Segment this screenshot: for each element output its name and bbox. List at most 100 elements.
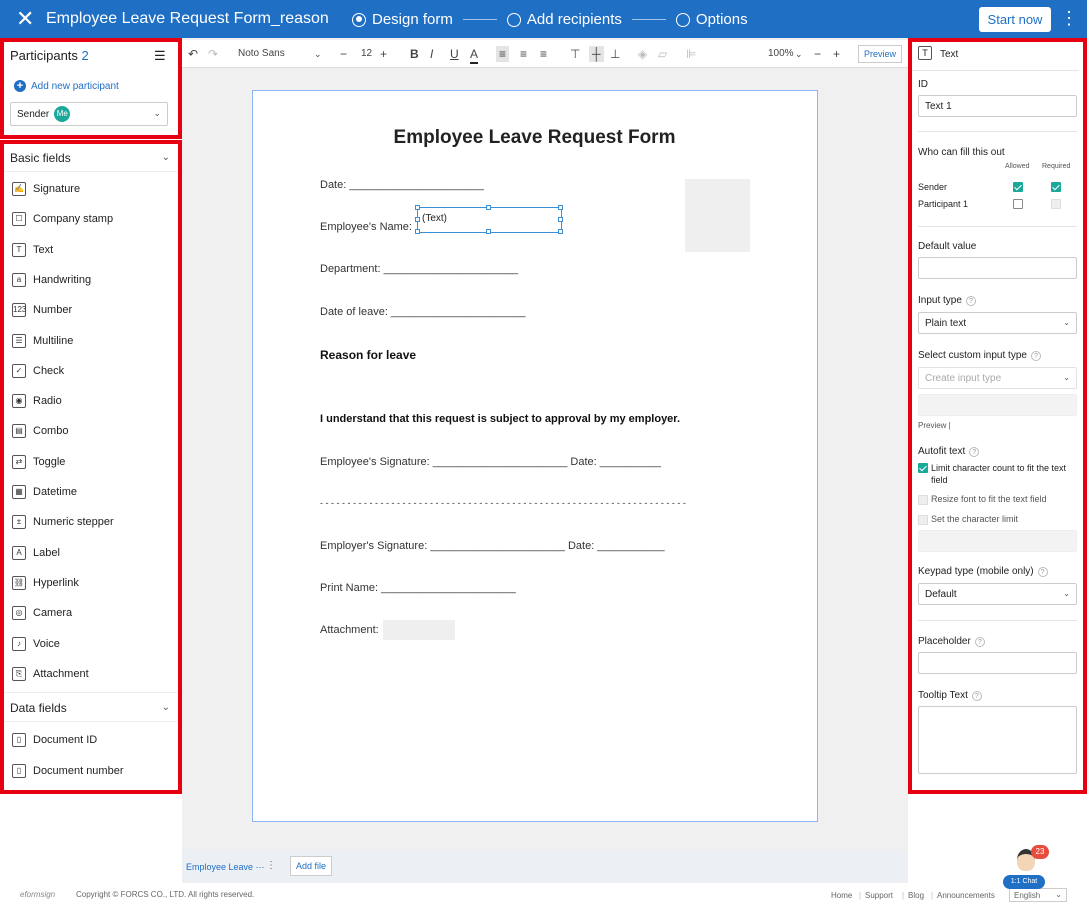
- valign-top-icon[interactable]: ⊤: [570, 46, 580, 62]
- tab-menu-icon[interactable]: ⋮: [266, 860, 276, 871]
- field-item-combo[interactable]: ▤ Combo: [12, 421, 68, 441]
- resize-handle[interactable]: [558, 229, 563, 234]
- align-left-icon[interactable]: ≡: [496, 46, 510, 62]
- language-value: English: [1014, 891, 1041, 900]
- resize-handle[interactable]: [415, 205, 420, 210]
- zoom-in-icon[interactable]: +: [833, 46, 840, 62]
- align-objects-icon[interactable]: ⊫: [686, 46, 696, 62]
- participant-allowed-checkbox[interactable]: [1013, 199, 1023, 209]
- border-icon[interactable]: ▱: [658, 46, 667, 62]
- zoom-out-icon[interactable]: −: [814, 46, 821, 62]
- document-page[interactable]: Employee Leave Request Form Date: ______…: [252, 90, 818, 822]
- resize-handle[interactable]: [486, 205, 491, 210]
- step-design-form[interactable]: Design form: [352, 11, 453, 28]
- document-tab[interactable]: Employee Leave ⋯: [186, 862, 265, 873]
- help-icon[interactable]: ?: [1030, 351, 1041, 361]
- help-icon[interactable]: ?: [969, 447, 980, 457]
- attachment-field[interactable]: [383, 620, 455, 640]
- field-item-camera[interactable]: ◎ Camera: [12, 603, 72, 623]
- align-center-icon[interactable]: ≡: [520, 46, 527, 62]
- input-type-select[interactable]: Plain text ⌄: [918, 312, 1077, 334]
- align-right-icon[interactable]: ≡: [540, 46, 547, 62]
- chat-widget[interactable]: 1:1 Chat 23: [1003, 845, 1049, 889]
- footer-link-announcements[interactable]: Announcements: [937, 891, 995, 900]
- chevron-down-icon: ⌄: [1055, 890, 1062, 899]
- resize-handle[interactable]: [415, 229, 420, 234]
- keypad-select[interactable]: Default ⌄: [918, 583, 1077, 605]
- list-icon[interactable]: ☰: [154, 48, 166, 64]
- resize-handle[interactable]: [415, 217, 420, 222]
- text-color-icon[interactable]: A: [470, 46, 479, 64]
- language-select[interactable]: English ⌄: [1009, 888, 1067, 902]
- undo-icon[interactable]: ↶: [188, 46, 198, 62]
- chevron-down-icon[interactable]: ⌄: [795, 46, 803, 62]
- start-now-button[interactable]: Start now: [979, 7, 1051, 32]
- chevron-down-icon[interactable]: ⌄: [314, 46, 322, 62]
- resize-handle[interactable]: [486, 229, 491, 234]
- sender-required-checkbox[interactable]: [1051, 182, 1061, 192]
- basic-fields-header[interactable]: Basic fields ⌄: [0, 142, 182, 172]
- preview-button[interactable]: Preview: [858, 45, 902, 63]
- text-field-selected[interactable]: (Text): [415, 205, 563, 234]
- help-icon[interactable]: ?: [1037, 567, 1048, 577]
- field-item-voice[interactable]: ♪ Voice: [12, 634, 60, 654]
- more-menu-icon[interactable]: ⋮: [1060, 9, 1078, 27]
- font-size-value[interactable]: 12: [361, 46, 372, 62]
- help-icon[interactable]: ?: [974, 637, 985, 647]
- field-item-label[interactable]: A Label: [12, 543, 60, 563]
- help-icon[interactable]: ?: [971, 691, 982, 701]
- field-item-toggle[interactable]: ⇄ Toggle: [12, 452, 65, 472]
- field-item-attachment[interactable]: ⎘ Attachment: [12, 664, 89, 684]
- add-participant-button[interactable]: + Add new participant: [14, 80, 119, 92]
- italic-icon[interactable]: I: [430, 46, 433, 62]
- default-value-label: Default value: [918, 241, 977, 252]
- resize-handle[interactable]: [558, 217, 563, 222]
- valign-middle-icon[interactable]: ┼: [589, 46, 604, 62]
- field-item-datetime[interactable]: ▦ Datetime: [12, 482, 77, 502]
- sender-allowed-checkbox[interactable]: [1013, 182, 1023, 192]
- placeholder-input[interactable]: [918, 652, 1077, 674]
- close-icon[interactable]: ✕: [16, 8, 34, 30]
- data-field-document-id[interactable]: ▯ Document ID: [12, 730, 97, 750]
- data-field-document-number[interactable]: ▯ Document number: [12, 761, 124, 781]
- custom-input-select[interactable]: Create input type ⌄: [918, 367, 1077, 389]
- field-item-numeric-stepper[interactable]: ± Numeric stepper: [12, 512, 114, 532]
- field-item-label: Datetime: [33, 486, 78, 498]
- id-input[interactable]: Text 1: [918, 95, 1077, 117]
- redo-icon[interactable]: ↷: [208, 46, 218, 62]
- department-line: Department: ______________________: [320, 263, 519, 275]
- resize-handle[interactable]: [558, 205, 563, 210]
- font-select[interactable]: Noto Sans: [238, 46, 285, 62]
- footer-link-home[interactable]: Home: [831, 891, 852, 900]
- step-options[interactable]: Options: [675, 11, 748, 28]
- footer-link-support[interactable]: Support: [865, 891, 893, 900]
- field-item-signature[interactable]: ✍ Signature: [12, 179, 80, 199]
- data-fields-header[interactable]: Data fields ⌄: [0, 692, 182, 722]
- add-file-button[interactable]: Add file: [290, 856, 332, 876]
- left-panel: Participants 2 ☰ + Add new participant Se…: [0, 38, 182, 793]
- footer-link-blog[interactable]: Blog: [908, 891, 924, 900]
- font-decrease-icon[interactable]: −: [340, 46, 347, 62]
- field-item-text[interactable]: T Text: [12, 240, 53, 260]
- default-value-input[interactable]: [918, 257, 1077, 279]
- field-item-radio[interactable]: ◉ Radio: [12, 391, 62, 411]
- field-item-check[interactable]: ✓ Check: [12, 361, 64, 381]
- field-item-number[interactable]: 123 Number: [12, 300, 72, 320]
- field-item-handwriting[interactable]: a Handwriting: [12, 270, 91, 290]
- underline-icon[interactable]: U: [450, 46, 459, 62]
- font-increase-icon[interactable]: +: [380, 46, 387, 62]
- help-icon[interactable]: ?: [965, 296, 976, 306]
- fill-color-icon[interactable]: ◈: [638, 46, 647, 62]
- field-item-hyperlink[interactable]: ⛓ Hyperlink: [12, 573, 79, 593]
- who-can-fill-label: Who can fill this out: [918, 147, 1005, 158]
- limit-char-checkbox[interactable]: [918, 463, 928, 473]
- valign-bottom-icon[interactable]: ⊥: [610, 46, 620, 62]
- approval-statement: I understand that this request is subjec…: [320, 413, 681, 425]
- step-add-recipients[interactable]: Add recipients: [506, 11, 622, 28]
- field-item-multiline[interactable]: ☰ Multiline: [12, 331, 73, 351]
- tooltip-textarea[interactable]: [918, 706, 1077, 774]
- zoom-select[interactable]: 100%: [768, 46, 794, 62]
- field-item-company-stamp[interactable]: ☐ Company stamp: [12, 209, 113, 229]
- participant-select[interactable]: Sender Me ⌄: [10, 102, 168, 126]
- bold-icon[interactable]: B: [410, 46, 419, 62]
